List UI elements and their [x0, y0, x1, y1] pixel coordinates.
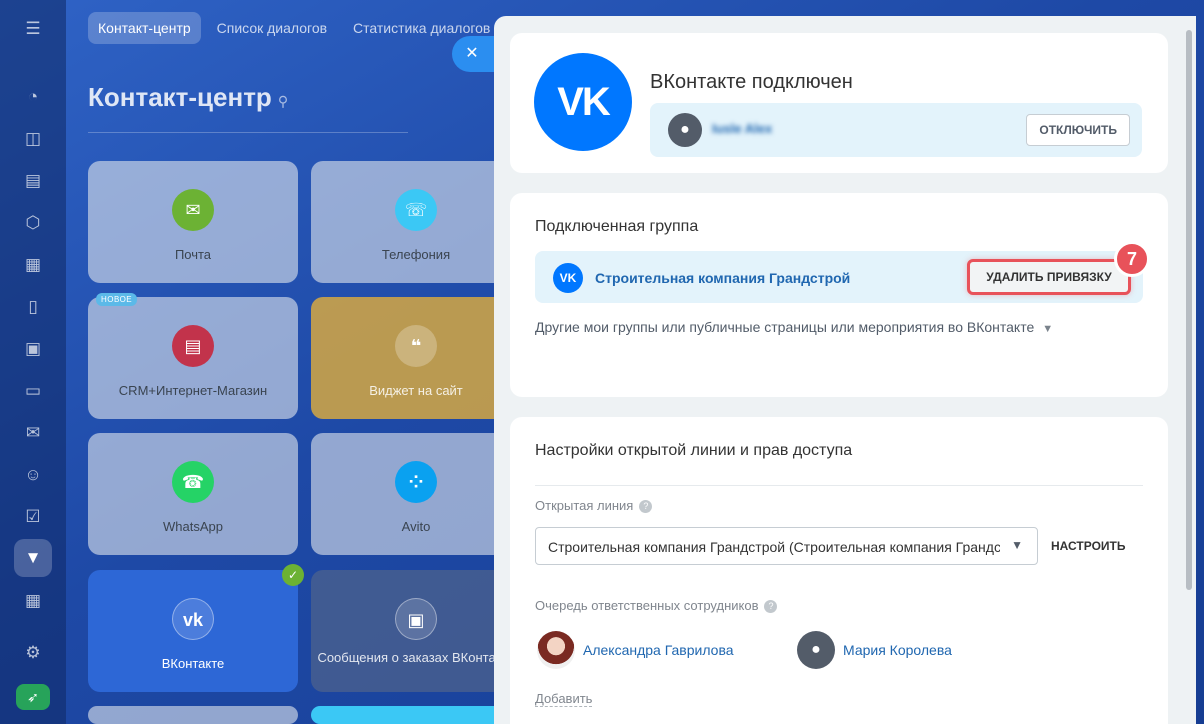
tile-partial [311, 706, 521, 724]
calendar-icon[interactable]: ▦ [22, 254, 44, 276]
left-rail: ☰ ◔ ◫ ▤ ⬡ ▦ ▯ ▣ ▭ ✉ ☺ ☑ ▼ ▦ ⚙ ➶ [0, 0, 66, 724]
vk-icon: vk [172, 598, 214, 640]
settings-divider [535, 485, 1143, 486]
add-employee-link[interactable]: Добавить [535, 691, 593, 707]
user-avatar-icon: ● [797, 631, 835, 669]
tile-vkontakte[interactable]: ✓ vk ВКонтакте [88, 564, 304, 692]
vk-group-logo-icon: VK [553, 263, 583, 293]
queue-person-name[interactable]: Мария Королева [843, 642, 952, 658]
tile-label: WhatsApp [163, 519, 223, 534]
settings-title: Настройки открытой линии и прав доступа [535, 442, 853, 459]
tile-label: Виджет на сайт [369, 383, 463, 398]
new-badge: НОВОЕ [96, 293, 138, 306]
tile-label: Сообщения о заказах ВКонтакте [317, 650, 515, 665]
account-strip: ● Iusle Alex ОТКЛЮЧИТЬ [650, 103, 1142, 157]
configure-button[interactable]: НАСТРОИТЬ [1051, 539, 1126, 553]
connected-group-card: Подключенная группа VK Строительная комп… [510, 193, 1168, 397]
tile-site-widget[interactable]: ❝ Виджет на сайт [311, 297, 521, 419]
contacts-icon[interactable]: ☺ [22, 464, 44, 486]
group-strip: VK Строительная компания Грандстрой УДАЛ… [535, 251, 1143, 303]
drive-icon[interactable]: ▭ [22, 380, 44, 402]
account-name[interactable]: Iusle Alex [712, 121, 772, 136]
queue-label: Очередь ответственных сотрудников? [535, 598, 778, 613]
phone-icon: ☏ [395, 189, 437, 231]
page-title: Контакт-центр ⚲ [88, 82, 288, 113]
menu-icon[interactable]: ☰ [22, 18, 44, 40]
tile-mail[interactable]: ✉ Почта [88, 161, 298, 283]
tile-label: ВКонтакте [161, 656, 225, 671]
chat-icon: ❝ [395, 325, 437, 367]
step-number-badge: 7 [1114, 241, 1150, 277]
pin-icon[interactable]: ⚲ [278, 93, 288, 109]
whatsapp-icon: ☎ [172, 461, 214, 503]
top-tabs: Контакт-центр Список диалогов Статистика… [88, 12, 500, 44]
queue-person-name[interactable]: Александра Гаврилова [583, 642, 734, 658]
tab-dialog-list[interactable]: Список диалогов [207, 12, 337, 44]
vk-settings-panel: VK ВКонтакте подключен ● Iusle Alex ОТКЛ… [494, 16, 1196, 724]
funnel-icon[interactable]: ▼ [22, 547, 44, 569]
tile-label: CRM+Интернет-Магазин [118, 383, 268, 398]
schedule-icon[interactable]: ▦ [22, 590, 44, 612]
docs-icon[interactable]: ▯ [22, 296, 44, 318]
chevron-down-icon: ▼ [1011, 538, 1023, 552]
tasks-icon[interactable]: ▤ [22, 170, 44, 192]
tile-whatsapp[interactable]: ☎ WhatsApp [88, 433, 298, 555]
connection-card: VK ВКонтакте подключен ● Iusle Alex ОТКЛ… [510, 33, 1168, 173]
check-icon: ✓ [282, 564, 304, 586]
shop-icon: ▤ [172, 325, 214, 367]
tile-vk-orders[interactable]: ▣ Сообщения о заказах ВКонтакте [311, 570, 521, 692]
open-line-label: Открытая линия? [535, 498, 653, 513]
page-title-text: Контакт-центр [88, 82, 272, 112]
title-divider [88, 132, 408, 133]
user-avatar-icon: ● [668, 113, 702, 147]
settings-gear-icon[interactable]: ⚙ [22, 642, 44, 664]
other-groups-toggle[interactable]: Другие мои группы или публичные страницы… [535, 319, 1053, 335]
chevron-down-icon: ▼ [1042, 323, 1054, 335]
rocket-icon[interactable]: ➶ [16, 684, 50, 710]
open-line-settings-card: Настройки открытой линии и прав доступа … [510, 417, 1168, 724]
board-icon[interactable]: ▣ [22, 338, 44, 360]
feed-icon[interactable]: ◔ [22, 86, 44, 108]
vk-bag-icon: ▣ [395, 598, 437, 640]
open-line-label-text: Открытая линия [535, 498, 634, 513]
connection-title: ВКонтакте подключен [650, 71, 853, 93]
tile-label: Почта [174, 247, 212, 262]
tile-telephony[interactable]: ☏ Телефония [311, 161, 521, 283]
mail-rail-icon[interactable]: ✉ [22, 422, 44, 444]
tile-label: Телефония [381, 247, 451, 262]
avito-icon: ⁘ [395, 461, 437, 503]
open-line-select[interactable]: Строительная компания Грандстрой (Строит… [535, 527, 1038, 565]
crm-icon[interactable]: ⬡ [22, 212, 44, 234]
group-section-title: Подключенная группа [535, 218, 699, 235]
close-panel-button[interactable]: ✕ [452, 36, 498, 72]
unlink-button[interactable]: УДАЛИТЬ ПРИВЯЗКУ [967, 259, 1131, 295]
vk-logo-icon: VK [534, 53, 632, 151]
help-icon[interactable]: ? [639, 500, 653, 513]
checklist-icon[interactable]: ☑ [22, 506, 44, 528]
disconnect-button[interactable]: ОТКЛЮЧИТЬ [1026, 114, 1130, 146]
tile-label: Avito [401, 519, 431, 534]
tile-partial [88, 706, 298, 724]
mail-icon: ✉ [172, 189, 214, 231]
tile-crm-shop[interactable]: НОВОЕ ▤ CRM+Интернет-Магазин [88, 293, 298, 419]
close-icon: ✕ [465, 45, 479, 62]
avatar [537, 631, 575, 669]
tile-avito[interactable]: ⁘ Avito [311, 433, 521, 555]
tab-contact-center[interactable]: Контакт-центр [88, 12, 201, 44]
queue-label-text: Очередь ответственных сотрудников [535, 598, 759, 613]
group-name-link[interactable]: Строительная компания Грандстрой [595, 270, 850, 286]
messages-icon[interactable]: ◫ [22, 128, 44, 150]
open-line-select-value: Строительная компания Грандстрой (Строит… [548, 539, 1000, 555]
panel-scrollbar[interactable] [1186, 30, 1192, 590]
help-icon[interactable]: ? [764, 600, 778, 613]
other-groups-text: Другие мои группы или публичные страницы… [535, 319, 1035, 335]
